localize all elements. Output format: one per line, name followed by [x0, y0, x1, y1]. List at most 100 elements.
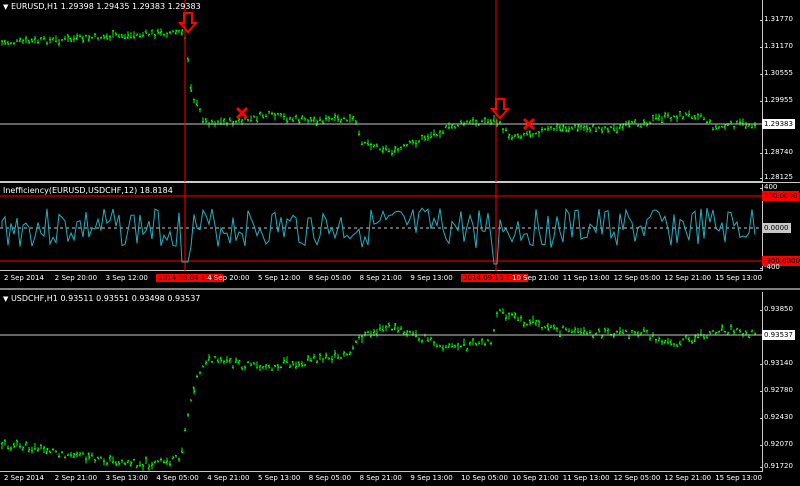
candle-tick [537, 320, 541, 323]
candle-tick [72, 38, 76, 40]
eurusd-level-4: 1.29955 [760, 96, 793, 104]
candle-tick [735, 327, 739, 331]
candle-tick [522, 132, 526, 135]
candle-tick [147, 33, 151, 36]
candle-tick [285, 361, 289, 364]
candle-tick [273, 365, 277, 368]
candle-tick [747, 336, 751, 339]
candle-tick [417, 140, 421, 143]
indicator-zero-tag: 0.0000 [762, 223, 791, 233]
usdchf-chart-pane[interactable]: ▼ USDCHF,H1 0.93511 0.93551 0.93498 0.93… [0, 292, 800, 472]
candle-tick [252, 362, 256, 365]
down-arrow-icon [177, 12, 199, 34]
candle-tick [627, 337, 631, 340]
candle-tick [504, 317, 508, 319]
candle-tick [198, 371, 202, 374]
time-axis-label: 10 Sep 21:00 [512, 474, 559, 482]
candle-tick [267, 110, 271, 113]
candle-tick [438, 130, 442, 133]
candle-tick [396, 330, 400, 333]
candle-tick [90, 454, 94, 457]
candle-tick [327, 357, 331, 360]
candle-tick [666, 341, 670, 344]
candle-tick [69, 454, 73, 457]
candle-tick [99, 36, 103, 39]
candle-tick [168, 463, 172, 466]
candle-tick [588, 331, 592, 334]
eurusd-chart-pane[interactable]: ▼ EURUSD,H1 1.29398 1.29435 1.29383 1.29… [0, 0, 800, 182]
time-axis-label: 2 Sep 20:00 [54, 274, 98, 282]
indicator-level-bottom: -400 [760, 263, 780, 271]
usdchf-level-5: 0.92070 [760, 440, 793, 448]
candle-tick [417, 338, 421, 341]
candle-tick [315, 361, 319, 364]
candle-tick [717, 126, 721, 129]
candle-tick [75, 452, 79, 455]
top-time-axis[interactable]: 2 Sep 2014 2 Sep 20:00 3 Sep 12:00 2014.09.… [0, 273, 762, 285]
time-axis-label: 5 Sep 12:00 [258, 274, 301, 282]
candle-tick [177, 458, 181, 461]
candle-tick [474, 120, 478, 122]
candle-tick [633, 330, 637, 334]
candle-tick [117, 35, 121, 38]
candle-tick [645, 329, 649, 332]
candle-tick [471, 338, 475, 341]
candle-tick [111, 461, 115, 463]
time-axis-label: 9 Sep 13:00 [410, 474, 453, 482]
candle-tick [201, 365, 205, 368]
candle-tick [165, 460, 169, 463]
eurusd-candles [0, 0, 762, 182]
candle-tick [456, 343, 460, 346]
candle-tick [456, 124, 460, 127]
candle-tick [108, 36, 112, 38]
candle-tick [378, 327, 382, 330]
time-axis-label: 11 Sep 13:00 [562, 474, 610, 482]
candle-tick [240, 367, 244, 370]
candle-tick [312, 355, 316, 359]
candle-tick [414, 335, 418, 338]
candle-tick [150, 29, 154, 32]
time-axis-label: 2 Sep 21:00 [54, 474, 98, 482]
candle-tick [564, 328, 568, 331]
candle-tick [546, 128, 550, 130]
bottom-time-axis[interactable]: 2 Sep 2014 2 Sep 21:00 3 Sep 13:00 4 Sep 05… [0, 473, 762, 485]
eurusd-ohlc: 1.29398 1.29435 1.29383 1.29383 [60, 2, 201, 11]
candle-tick [234, 120, 238, 123]
candle-tick [24, 37, 28, 40]
candle-tick [204, 361, 208, 365]
candle-tick [720, 125, 724, 128]
candle-tick [288, 117, 292, 120]
candle-tick [630, 120, 634, 123]
indicator-level-top: 400 [759, 183, 778, 191]
candle-tick [381, 328, 385, 332]
candle-tick [9, 447, 13, 450]
candle-tick [543, 128, 547, 131]
candle-tick [105, 462, 109, 465]
indicator-pane[interactable]: Inefficiency(EURUSD,USDCHF,12) 18.8184 4… [0, 183, 800, 271]
candle-tick [606, 328, 610, 332]
time-axis-label: 15 Sep 13:00 [715, 474, 762, 482]
pane-separator[interactable] [0, 182, 800, 183]
candle-tick [33, 37, 37, 40]
candle-tick [294, 365, 298, 369]
candle-tick [249, 120, 253, 122]
time-axis-label: 2 Sep 2014 [4, 474, 44, 482]
time-axis-label: 3 Sep 12:00 [105, 274, 148, 282]
eurusd-level-1: 1.31770 [760, 15, 793, 23]
candle-tick [330, 118, 334, 120]
candle-tick [591, 335, 595, 339]
candle-tick [429, 337, 433, 341]
candle-tick [372, 144, 376, 148]
candle-tick [222, 360, 226, 363]
candle-tick [171, 456, 175, 460]
candle-tick [501, 312, 505, 314]
collapse-triangle-icon[interactable]: ▼ [3, 3, 8, 11]
close-cross-icon [235, 106, 249, 120]
candle-tick [54, 450, 58, 452]
usdchf-title: ▼ USDCHF,H1 0.93511 0.93551 0.93498 0.93… [3, 294, 200, 303]
candle-tick [711, 128, 715, 131]
time-axis-label: 9 Sep 13:00 [410, 274, 453, 282]
eurusd-level-3: 1.30555 [760, 69, 793, 77]
collapse-triangle-icon[interactable]: ▼ [3, 295, 8, 303]
candle-tick [336, 356, 340, 359]
